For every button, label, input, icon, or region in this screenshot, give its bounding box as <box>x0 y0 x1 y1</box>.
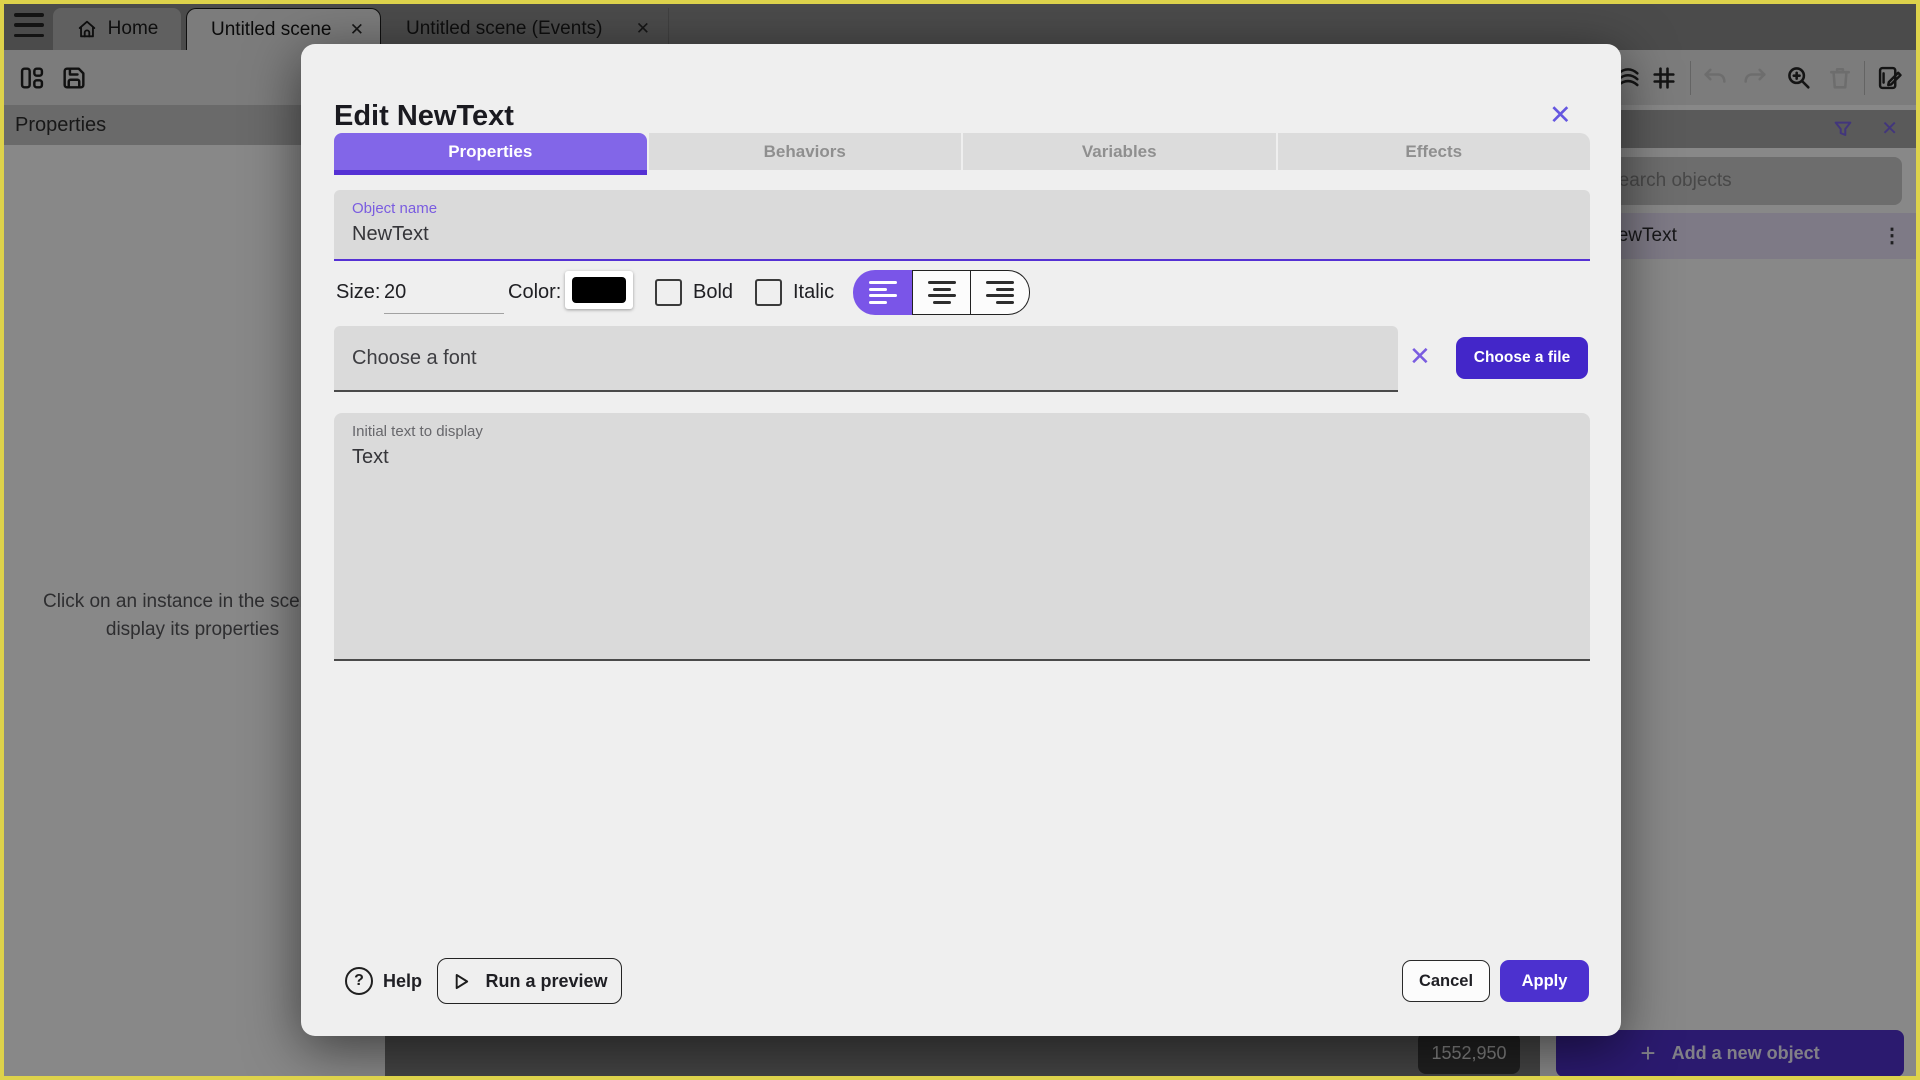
size-input[interactable]: 20 <box>384 270 504 314</box>
edit-object-dialog: Edit NewText ✕ Properties Behaviors Vari… <box>301 44 1621 1036</box>
selected-tab-indicator <box>334 170 647 175</box>
text-alignment-group <box>853 270 1030 315</box>
tab-properties[interactable]: Properties <box>334 133 647 170</box>
align-left-icon <box>868 281 897 304</box>
object-name-label: Object name <box>352 200 438 217</box>
app-window: Home Untitled scene ✕ Untitled scene (Ev… <box>0 0 1920 1080</box>
align-center-icon <box>927 281 956 304</box>
dialog-tabs: Properties Behaviors Variables Effects <box>334 133 1590 175</box>
color-label: Color: <box>508 281 562 303</box>
size-label: Size: <box>336 281 381 303</box>
tab-effects[interactable]: Effects <box>1277 133 1590 170</box>
bold-checkbox[interactable] <box>655 279 682 306</box>
dialog-close-icon[interactable]: ✕ <box>1549 100 1572 131</box>
font-select[interactable]: Choose a font <box>334 326 1398 392</box>
clear-font-icon[interactable]: ✕ <box>1409 341 1431 372</box>
align-center-button[interactable] <box>912 270 971 315</box>
color-picker-button[interactable] <box>565 271 633 309</box>
initial-text-label: Initial text to display <box>352 423 483 440</box>
object-name-field[interactable]: Object name NewText <box>334 190 1590 261</box>
dialog-footer: ? Help Run a preview Cancel Apply <box>301 958 1621 1004</box>
run-preview-button[interactable]: Run a preview <box>437 958 622 1004</box>
play-icon <box>456 973 469 989</box>
align-right-button[interactable] <box>971 270 1030 315</box>
align-left-button[interactable] <box>853 270 912 315</box>
italic-label: Italic <box>793 281 835 303</box>
object-name-value: NewText <box>352 223 429 245</box>
initial-text-field[interactable]: Initial text to display Text <box>334 413 1590 661</box>
bold-label: Bold <box>693 281 734 303</box>
initial-text-value: Text <box>352 446 389 468</box>
italic-checkbox[interactable] <box>755 279 782 306</box>
run-preview-label: Run a preview <box>485 970 608 991</box>
apply-button[interactable]: Apply <box>1500 960 1589 1002</box>
tab-behaviors[interactable]: Behaviors <box>648 133 961 170</box>
help-icon[interactable]: ? <box>345 967 373 995</box>
tab-variables[interactable]: Variables <box>963 133 1276 170</box>
choose-file-button[interactable]: Choose a file <box>1456 337 1588 379</box>
help-button[interactable]: Help <box>383 958 422 1004</box>
color-swatch <box>572 277 626 303</box>
align-right-icon <box>986 281 1014 304</box>
cancel-button[interactable]: Cancel <box>1402 960 1490 1002</box>
dialog-title: Edit NewText <box>334 100 514 132</box>
text-style-row: Size: 20 Color: Bold Italic <box>301 270 1621 315</box>
